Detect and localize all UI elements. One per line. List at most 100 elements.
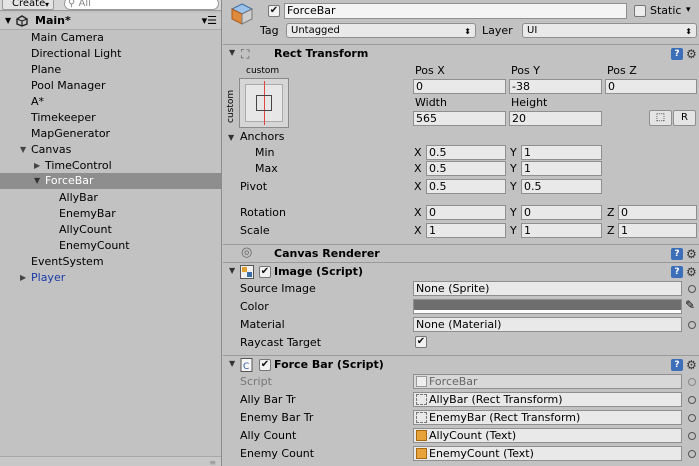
create-button[interactable]: Create ▾	[2, 0, 54, 10]
object-picker-icon[interactable]	[688, 432, 696, 440]
image-component-header[interactable]: ▼ ✔ Image (Script) ? ⚙	[223, 262, 699, 280]
ally-count-field[interactable]: AllyCount (Text)	[413, 428, 682, 443]
collapsed-arrow-icon[interactable]: ▶	[20, 270, 26, 286]
image-enabled-checkbox[interactable]: ✔	[259, 266, 271, 278]
x-label: X	[414, 206, 422, 219]
rect-transform-header[interactable]: ▼ ⛶ Rect Transform ? ⚙	[223, 44, 699, 62]
gear-icon[interactable]: ⚙	[686, 266, 697, 278]
hierarchy-item[interactable]: Pool Manager	[0, 78, 221, 94]
expand-arrow-icon[interactable]: ▼	[34, 173, 40, 189]
foldout-arrow-icon[interactable]: ▼	[229, 359, 235, 368]
enemy-count-field[interactable]: EnemyCount (Text)	[413, 446, 682, 461]
gear-icon[interactable]: ⚙	[686, 48, 697, 60]
hierarchy-item[interactable]: ▼ Canvas	[0, 142, 221, 158]
tag-value: Untagged	[291, 25, 340, 36]
gear-icon[interactable]: ⚙	[686, 359, 697, 371]
layer-dropdown[interactable]: UI ⬍	[522, 23, 697, 38]
hierarchy-scrollbar[interactable]: ≡	[0, 456, 221, 466]
static-dropdown-arrow-icon[interactable]: ▾	[686, 3, 691, 17]
scale-y-field[interactable]: 1	[521, 223, 602, 238]
hierarchy-item[interactable]: Plane	[0, 62, 221, 78]
ally-bar-tr-label: Ally Bar Tr	[240, 393, 296, 406]
tag-label: Tag	[260, 24, 279, 37]
scale-z-field[interactable]: 1	[618, 223, 697, 238]
hierarchy-item[interactable]: Main Camera	[0, 30, 221, 46]
blueprint-mode-button[interactable]: ⬚	[649, 110, 672, 126]
active-checkbox[interactable]: ✔	[268, 5, 280, 17]
foldout-arrow-icon[interactable]: ▼	[229, 48, 235, 57]
hierarchy-item[interactable]: Timekeeper	[0, 110, 221, 126]
anchor-presets-button[interactable]	[239, 78, 289, 128]
object-picker-icon[interactable]	[688, 414, 696, 422]
tag-dropdown[interactable]: Untagged ⬍	[286, 23, 476, 38]
scale-x-field[interactable]: 1	[426, 223, 506, 238]
object-picker-icon[interactable]	[688, 396, 696, 404]
object-name-field[interactable]: ForceBar	[284, 3, 627, 19]
pos-y-field[interactable]: -38	[509, 79, 602, 94]
static-checkbox[interactable]	[634, 5, 646, 17]
expand-arrow-icon[interactable]: ▼	[5, 16, 11, 25]
ally-bar-tr-field[interactable]: AllyBar (Rect Transform)	[413, 392, 682, 407]
rotation-z-field[interactable]: 0	[618, 205, 697, 220]
x-label: X	[414, 146, 422, 159]
resize-grip-icon[interactable]: ≡	[209, 458, 216, 466]
hierarchy-item[interactable]: AllyCount	[0, 222, 221, 238]
height-field[interactable]: 20	[509, 111, 602, 126]
expand-arrow-icon[interactable]: ▼	[20, 142, 26, 158]
eyedropper-icon[interactable]: ✎	[685, 298, 695, 312]
hierarchy-item[interactable]: Directional Light	[0, 46, 221, 62]
hierarchy-item[interactable]: ▶ Player	[0, 270, 221, 286]
text-component-icon	[416, 448, 427, 459]
source-image-field[interactable]: None (Sprite)	[413, 281, 682, 296]
force-bar-component-header[interactable]: ▼ C ✔ Force Bar (Script) ? ⚙	[223, 355, 699, 373]
hierarchy-item[interactable]: A*	[0, 94, 221, 110]
material-field[interactable]: None (Material)	[413, 317, 682, 332]
help-icon[interactable]: ?	[671, 48, 683, 60]
hierarchy-item[interactable]: EnemyCount	[0, 238, 221, 254]
help-icon[interactable]: ?	[671, 266, 683, 278]
anchor-min-y-field[interactable]: 1	[521, 145, 602, 160]
hierarchy-item-label: AllyBar	[59, 191, 98, 204]
help-icon[interactable]: ?	[671, 359, 683, 371]
menu-icon[interactable]: ▾☰	[202, 14, 217, 27]
enemy-bar-tr-field[interactable]: EnemyBar (Rect Transform)	[413, 410, 682, 425]
search-placeholder: All	[78, 0, 91, 9]
scene-header[interactable]: ▼ Main* ▾☰	[0, 13, 221, 30]
hierarchy-item-label: A*	[31, 95, 45, 108]
force-bar-enabled-checkbox[interactable]: ✔	[259, 359, 271, 371]
hierarchy-item[interactable]: EnemyBar	[0, 206, 221, 222]
color-field[interactable]	[413, 299, 682, 314]
raycast-target-checkbox[interactable]: ✔	[415, 336, 427, 348]
hierarchy-item[interactable]: EventSystem	[0, 254, 221, 270]
foldout-arrow-icon[interactable]: ▼	[229, 266, 235, 275]
object-picker-icon[interactable]	[688, 285, 696, 293]
width-field[interactable]: 565	[413, 111, 506, 126]
object-picker-icon[interactable]	[688, 321, 696, 329]
hierarchy-item[interactable]: MapGenerator	[0, 126, 221, 142]
pivot-x-field[interactable]: 0.5	[426, 179, 506, 194]
canvas-renderer-header[interactable]: ◎ Canvas Renderer ? ⚙	[223, 244, 699, 262]
z-label: Z	[607, 224, 615, 237]
anchors-foldout-icon[interactable]: ▼	[228, 133, 234, 142]
object-picker-icon[interactable]	[688, 450, 696, 458]
hierarchy-item-label: MapGenerator	[31, 127, 111, 140]
gear-icon[interactable]: ⚙	[686, 248, 697, 260]
pos-z-label: Pos Z	[607, 64, 637, 77]
pivot-y-field[interactable]: 0.5	[521, 179, 602, 194]
rotation-x-field[interactable]: 0	[426, 205, 506, 220]
pos-x-field[interactable]: 0	[413, 79, 506, 94]
rotation-y-field[interactable]: 0	[521, 205, 602, 220]
hierarchy-item[interactable]: ▶ TimeControl	[0, 158, 221, 174]
hierarchy-search-input[interactable]: ⚲ All	[64, 0, 219, 10]
material-label: Material	[240, 318, 285, 331]
collapsed-arrow-icon[interactable]: ▶	[34, 158, 40, 174]
hierarchy-item[interactable]: AllyBar	[0, 190, 221, 206]
raw-edit-button[interactable]: R	[673, 110, 696, 126]
help-icon[interactable]: ?	[671, 248, 683, 260]
anchor-max-y-field[interactable]: 1	[521, 161, 602, 176]
anchor-min-x-field[interactable]: 0.5	[426, 145, 506, 160]
anchor-max-x-field[interactable]: 0.5	[426, 161, 506, 176]
pos-z-field[interactable]: 0	[605, 79, 697, 94]
y-label: Y	[510, 206, 517, 219]
hierarchy-item-selected[interactable]: ▼ ForceBar	[0, 173, 221, 189]
